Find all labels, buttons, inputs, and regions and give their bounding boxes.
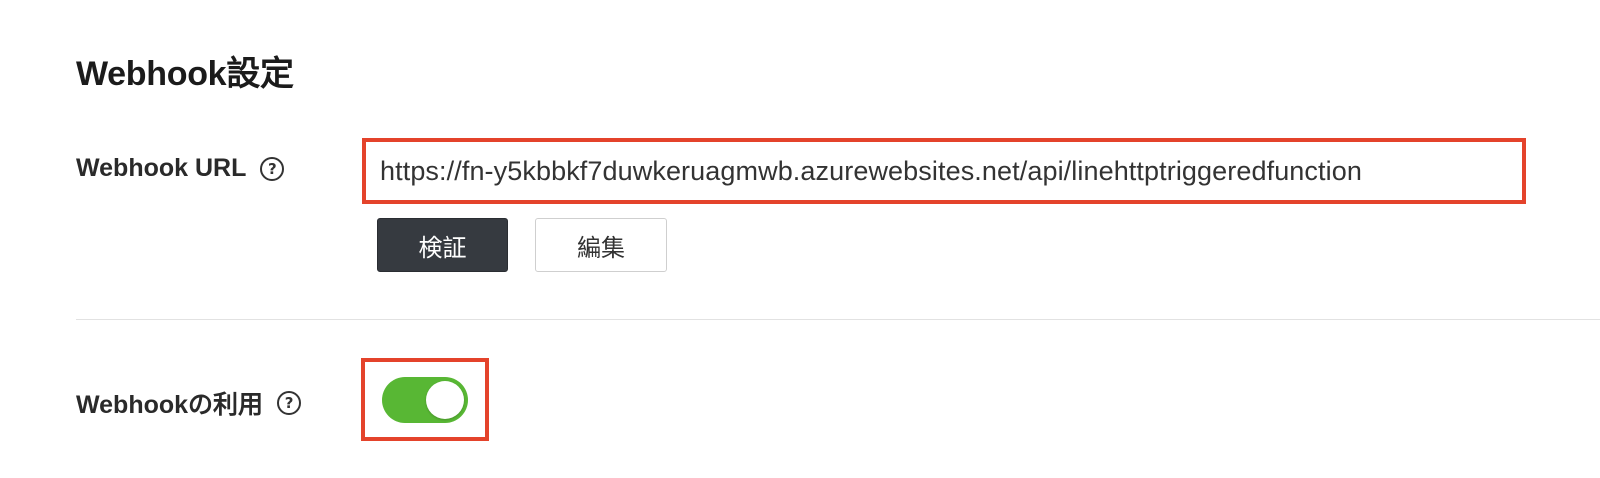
webhook-url-value: https://fn-y5kbbkf7duwkeruagmwb.azureweb… [380, 155, 1362, 186]
edit-button[interactable]: 編集 [535, 218, 667, 272]
webhook-usage-label: Webhookの利用 [76, 391, 264, 419]
webhook-usage-toggle[interactable] [382, 376, 468, 423]
help-circle-icon[interactable]: ? [260, 156, 285, 181]
section-divider [76, 319, 1600, 320]
webhook-usage-label-row: Webhookの利用 ? [76, 385, 302, 421]
webhook-url-label: Webhook URL [76, 154, 247, 182]
verify-button[interactable]: 検証 [377, 218, 508, 272]
webhook-url-highlight-box: https://fn-y5kbbkf7duwkeruagmwb.azureweb… [362, 138, 1526, 204]
toggle-knob [426, 380, 464, 419]
webhook-toggle-highlight-box [361, 358, 489, 441]
help-circle-icon[interactable]: ? [277, 391, 302, 415]
webhook-url-label-row: Webhook URL ? [76, 154, 285, 183]
section-title: Webhook設定 [76, 55, 294, 93]
